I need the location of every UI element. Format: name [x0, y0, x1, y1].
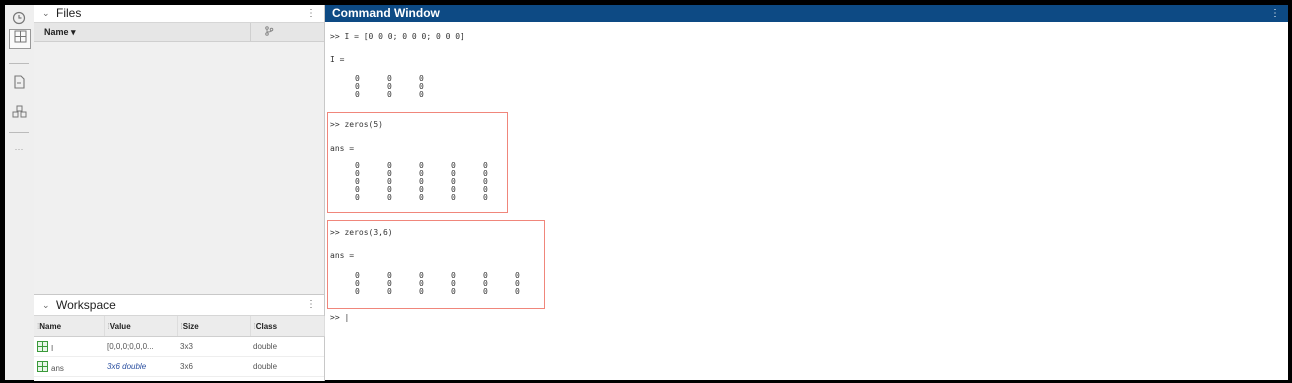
matrix-cell: 0 — [451, 287, 456, 296]
files-column-header: Name ▾ — [34, 23, 324, 42]
variable-value-link[interactable]: 3x6 double — [104, 356, 177, 377]
command-output[interactable]: >> I = [0 0 0; 0 0 0; 0 0 0] I = 0000000… — [325, 22, 1288, 380]
matrix-row: 0 0 0 0 0 — [355, 194, 515, 202]
variable-class-cell: double — [250, 336, 324, 357]
result-label: I = — [330, 55, 345, 64]
files-panel-title: Files — [56, 6, 82, 20]
variable-name-cell[interactable]: I — [34, 336, 104, 357]
matrix-cell: 0 — [419, 193, 424, 202]
matrix-cell: 0 — [387, 287, 392, 296]
matrix-cell: 0 — [387, 90, 392, 99]
matrix-cell: 0 — [419, 90, 424, 99]
sidebar-divider — [9, 63, 29, 64]
variable-size-cell: 3x3 — [177, 336, 250, 357]
activity-sidebar: ··· — [5, 5, 35, 380]
history-icon[interactable] — [9, 11, 29, 29]
matrix-cell: 0 — [355, 287, 360, 296]
more-icon[interactable]: ··· — [9, 140, 29, 158]
matrix-cell: 0 — [355, 90, 360, 99]
collapse-chevron-icon[interactable]: ⌄ — [42, 295, 50, 315]
command-window: Command Window ⋮ >> I = [0 0 0; 0 0 0; 0… — [325, 5, 1288, 380]
panel-menu-icon[interactable]: ⋮ — [1270, 5, 1280, 22]
sidebar-divider — [9, 132, 29, 133]
matrix-row: 000 — [355, 75, 451, 83]
files-panel-header: ⌄ Files ⋮ — [34, 5, 324, 23]
collapse-chevron-icon[interactable]: ⌄ — [42, 5, 50, 22]
matrix-variable-icon — [37, 340, 48, 352]
variable-name-cell[interactable]: ans — [34, 356, 104, 377]
panel-menu-icon[interactable]: ⋮ — [306, 5, 316, 22]
matrix-cell: 0 — [483, 287, 488, 296]
table-row[interactable]: ans 3x6 double 3x6 double — [34, 356, 324, 377]
matrix-row: 00000 — [355, 186, 515, 194]
variable-class-cell: double — [250, 356, 324, 377]
matrix-variable-icon — [37, 360, 48, 372]
result-matrix: 000000000 — [355, 75, 451, 99]
matlab-window: ··· ⌄ Files ⋮ Name ▾ ⌄ Workspace ⋮ ⁞Name… — [5, 5, 1288, 381]
matrix-row: 000 — [355, 83, 451, 91]
matrix-cell: 0 — [451, 193, 456, 202]
result-label: ans = — [330, 251, 355, 260]
matrix-row: 00000 — [355, 162, 515, 170]
matrix-cell: 0 — [355, 193, 360, 202]
matrix-row: 00000 — [355, 178, 515, 186]
workspace-panel-title: Workspace — [56, 298, 116, 312]
matrix-cell: 0 — [515, 287, 520, 296]
command-prompt[interactable]: >> | — [330, 313, 349, 322]
addons-icon[interactable] — [9, 105, 29, 123]
matrix-cell: 0 — [387, 193, 392, 202]
command-line: >> zeros(3,6) — [330, 228, 393, 237]
panel-menu-icon[interactable]: ⋮ — [306, 295, 316, 315]
column-header-value[interactable]: ⁞Value — [104, 316, 178, 337]
variable-size-cell: 3x6 — [177, 356, 250, 377]
workspace-panel-header: ⌄ Workspace ⋮ — [34, 295, 324, 316]
matrix-row: 00000 — [355, 170, 515, 178]
git-branch-icon[interactable] — [250, 23, 287, 41]
command-window-title: Command Window — [332, 6, 440, 20]
matrix-cell: 0 — [419, 287, 424, 296]
files-panel: ⌄ Files ⋮ Name ▾ — [34, 5, 325, 294]
workspace-table: ⁞Name ⁞Value ⁞Size ⁞Class I [0,0,0;0,0,0… — [34, 316, 325, 377]
variable-value-cell[interactable]: [0,0,0;0,0,0... — [104, 336, 177, 357]
command-line: >> zeros(5) — [330, 120, 383, 129]
workspace-panel: ⌄ Workspace ⋮ ⁞Name ⁞Value ⁞Size ⁞Class … — [34, 294, 325, 381]
command-window-titlebar: Command Window ⋮ — [325, 5, 1288, 22]
result-matrix: 000000000000000000 — [355, 272, 547, 296]
result-matrix: 0000000000000000000000000 — [355, 162, 515, 202]
command-line: >> I = [0 0 0; 0 0 0; 0 0 0] — [330, 32, 465, 41]
result-label: ans = — [330, 144, 355, 153]
workspace-table-header: ⁞Name ⁞Value ⁞Size ⁞Class — [34, 316, 325, 337]
matrix-row: 0 0 0 0 0 0 — [355, 288, 547, 296]
table-row[interactable]: I [0,0,0;0,0,0... 3x3 double — [34, 336, 324, 357]
matrix-cell: 0 — [483, 193, 488, 202]
editor-file-icon[interactable] — [9, 75, 29, 93]
name-column-header[interactable]: Name ▾ — [44, 23, 76, 41]
column-header-size[interactable]: ⁞Size — [177, 316, 251, 337]
matrix-row: 0 0 0 — [355, 91, 451, 99]
column-header-class[interactable]: ⁞Class — [250, 316, 325, 337]
workspace-grid-icon[interactable] — [9, 29, 31, 49]
column-header-name[interactable]: ⁞Name — [34, 316, 105, 337]
